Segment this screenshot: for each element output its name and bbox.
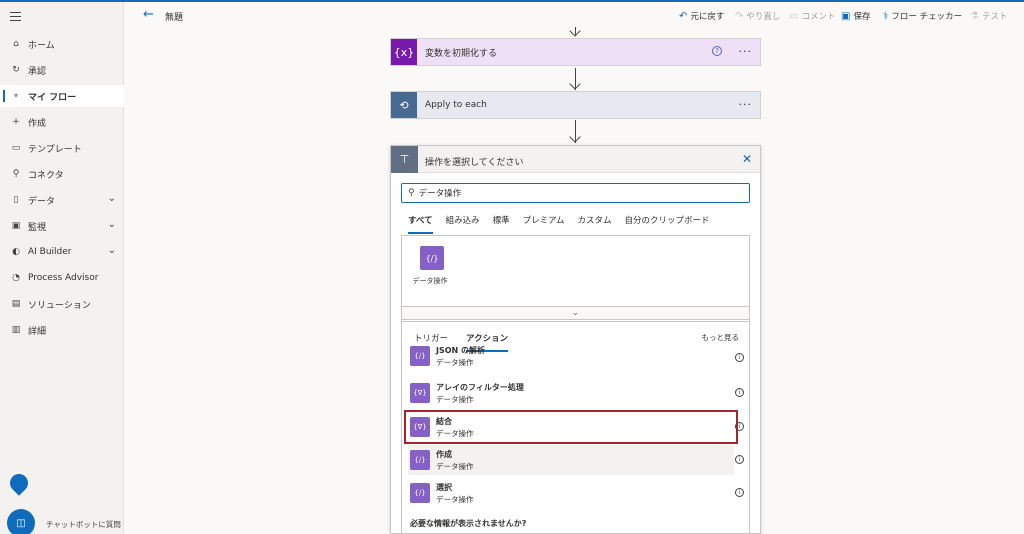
info-icon[interactable]: i [735, 388, 744, 397]
undo-button[interactable]: ↶ 元に戻す [679, 10, 724, 23]
book-icon: ▥ [11, 325, 21, 335]
arrow-down-icon [569, 78, 581, 90]
sidebar-item-data[interactable]: ▯ データ ⌄ [0, 189, 124, 211]
tab-all[interactable]: すべて [408, 214, 433, 234]
more-options-icon[interactable]: ··· [739, 45, 753, 58]
plus-icon: + [12, 117, 20, 127]
choose-operation-panel: ⊤ 操作を選択してください ✕ ⚲ すべて 組み込み 標準 プレミアム カスタム… [390, 145, 761, 534]
chatbot-label[interactable]: チャットボットに質問 [46, 519, 121, 530]
connector-data-operation[interactable]: {∕} データ操作 [412, 246, 452, 286]
search-icon: ⚲ [408, 188, 415, 198]
sidebar-item-monitor[interactable]: ▣ 監視 ⌄ [0, 215, 124, 237]
variable-icon: {x} [391, 39, 417, 65]
sidebar-item-create[interactable]: + 作成 [0, 111, 124, 133]
help-icon[interactable]: ? [712, 46, 722, 56]
tab-clipboard[interactable]: 自分のクリップボード [625, 214, 710, 234]
sidebar-item-solutions[interactable]: ▤ ソリューション [0, 293, 124, 315]
data-operation-icon: {∕} [410, 450, 430, 470]
flow-checker-button[interactable]: ⚕ フロー チェッカー [883, 10, 962, 23]
search-input[interactable] [418, 188, 719, 198]
chatbot-pin-icon [6, 470, 32, 496]
operation-icon: ⊤ [391, 146, 418, 173]
save-icon: ▣ [841, 10, 851, 22]
data-operation-icon: {∕} [410, 483, 430, 503]
info-icon[interactable]: i [735, 422, 744, 431]
redo-button[interactable]: ↷ やり直し [735, 10, 780, 23]
action-item-compose[interactable]: {∕} 作成 データ操作 i [408, 445, 744, 475]
comment-icon: ▭ [789, 10, 799, 22]
info-icon[interactable]: i [735, 455, 744, 464]
action-item-select[interactable]: {∕} 選択 データ操作 i [408, 478, 744, 508]
sidebar-item-approvals[interactable]: ↻ 承認 [0, 59, 124, 81]
chatbot-button[interactable]: ◫ [7, 509, 35, 534]
sidebar-item-ai-builder[interactable]: ◐ AI Builder ⌄ [0, 241, 124, 263]
redo-icon: ↷ [735, 10, 744, 22]
close-icon[interactable]: ✕ [742, 152, 752, 166]
home-icon: ⌂ [13, 39, 19, 49]
action-item-parse-json[interactable]: {∕} JSON の解析 データ操作 i [408, 346, 744, 371]
action-item-join[interactable]: {∇} 結合 データ操作 i [404, 410, 744, 444]
hamburger-menu-icon[interactable] [10, 12, 21, 21]
back-arrow-icon[interactable]: ← [143, 7, 154, 22]
more-options-icon[interactable]: ··· [739, 98, 753, 111]
tab-standard[interactable]: 標準 [493, 214, 510, 234]
connector-icon: ⚲ [12, 169, 20, 179]
flow-icon: ∘ [13, 91, 19, 101]
solution-icon: ▤ [11, 299, 21, 309]
approval-icon: ↻ [12, 65, 20, 75]
action-item-filter-array[interactable]: {∇} アレイのフィルター処理 データ操作 i [408, 378, 744, 408]
data-operation-icon: {∇} [410, 417, 430, 437]
process-icon: ◔ [12, 273, 20, 283]
sidebar-item-process-advisor[interactable]: ◔ Process Advisor [0, 267, 124, 289]
missing-info-text: 必要な情報が表示されませんか? [410, 519, 527, 528]
chevron-down-icon: ⌄ [107, 193, 116, 204]
info-icon[interactable]: i [735, 488, 744, 497]
sidebar-item-templates[interactable]: ▭ テンプレート [0, 137, 124, 159]
sidebar: ⌂ ホーム ↻ 承認 ∘ マイ フロー + 作成 ▭ テンプレート ⚲ コネクタ ▯ データ … [0, 2, 124, 534]
loop-icon: ⟲ [391, 92, 417, 118]
ai-icon: ◐ [12, 247, 20, 257]
expand-connectors-button[interactable]: ⌄ [401, 306, 750, 320]
sidebar-item-home[interactable]: ⌂ ホーム [0, 33, 124, 55]
comment-button[interactable]: ▭ コメント [789, 10, 835, 23]
sidebar-item-my-flows[interactable]: ∘ マイ フロー [0, 85, 124, 107]
undo-icon: ↶ [679, 10, 688, 22]
actions-list: トリガー アクション もっと見る {∕} JSON の解析 データ操作 i {∇… [401, 321, 750, 534]
flow-name[interactable]: 無題 [165, 10, 183, 23]
test-button[interactable]: ⚗ テスト [970, 10, 1007, 23]
initialize-variable-card[interactable]: {x} 変数を初期化する ? ··· [390, 38, 761, 66]
info-icon[interactable]: i [735, 353, 744, 362]
data-operation-icon: {∕} [420, 246, 444, 270]
operation-search[interactable]: ⚲ [401, 183, 750, 203]
chatbot-icon: ◫ [16, 517, 26, 529]
tab-builtin[interactable]: 組み込み [446, 214, 480, 234]
sidebar-item-learn[interactable]: ▥ 詳細 [0, 319, 124, 341]
tab-custom[interactable]: カスタム [578, 214, 612, 234]
panel-header: ⊤ 操作を選択してください ✕ [391, 146, 760, 173]
flask-icon: ⚗ [970, 10, 979, 22]
data-operation-icon: {∇} [410, 383, 430, 403]
see-more-link[interactable]: もっと見る [702, 332, 740, 343]
save-button[interactable]: ▣ 保存 [841, 10, 870, 23]
sidebar-item-connectors[interactable]: ⚲ コネクタ [0, 163, 124, 185]
database-icon: ▯ [13, 195, 19, 205]
stethoscope-icon: ⚕ [883, 10, 889, 22]
chevron-down-icon: ⌄ [572, 308, 579, 317]
chevron-down-icon: ⌄ [107, 219, 116, 230]
category-tabs: すべて 組み込み 標準 プレミアム カスタム 自分のクリップボード [408, 214, 723, 234]
apply-to-each-card[interactable]: ⟲ Apply to each ··· [390, 91, 761, 119]
template-icon: ▭ [11, 143, 21, 153]
tab-premium[interactable]: プレミアム [523, 214, 565, 234]
arrow-down-icon [569, 131, 581, 143]
data-operation-icon: {∕} [410, 346, 430, 366]
chevron-down-icon: ⌄ [107, 245, 116, 256]
monitor-icon: ▣ [11, 221, 21, 231]
